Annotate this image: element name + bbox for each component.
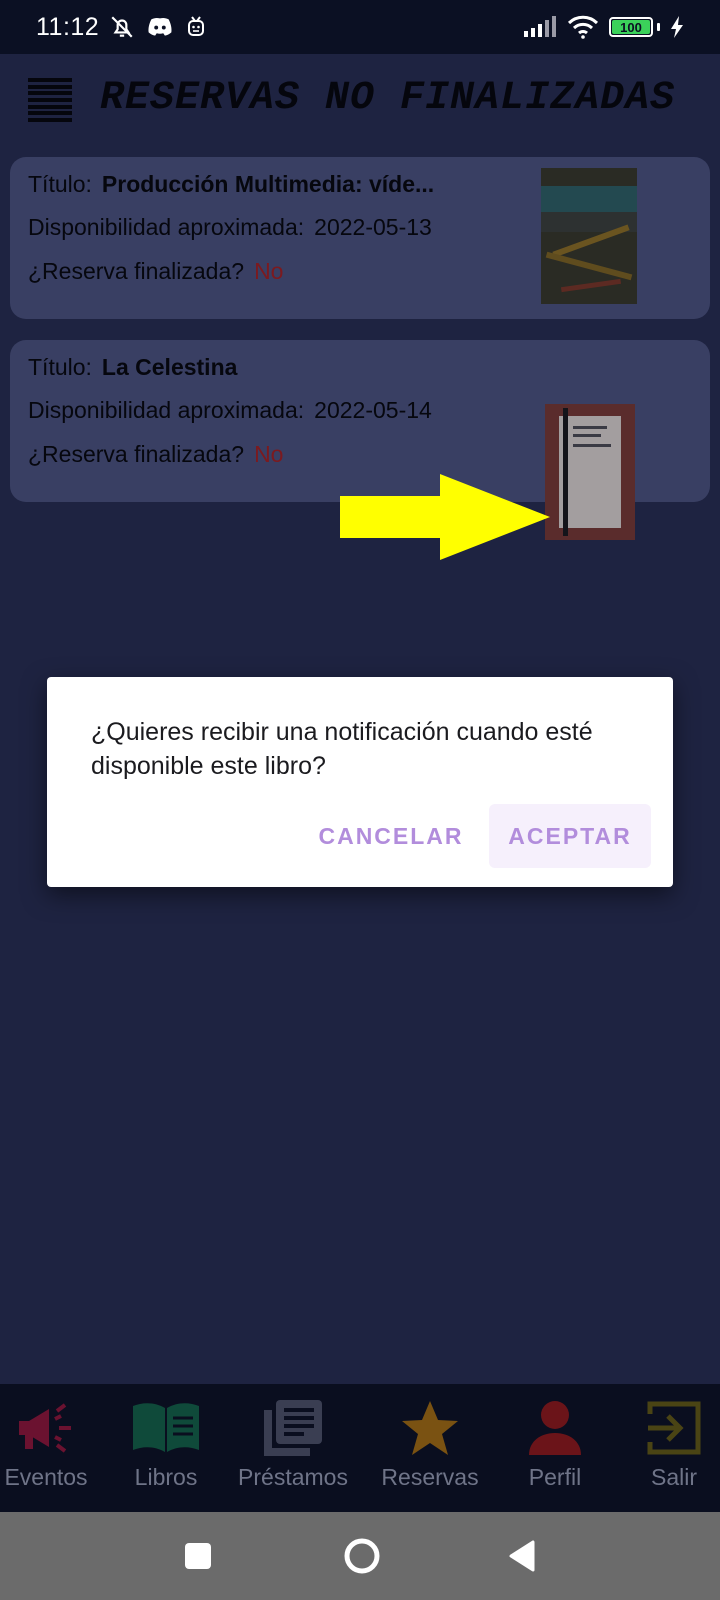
megaphone-icon [11,1396,81,1460]
accept-button[interactable]: ACEPTAR [489,804,651,868]
cancel-button[interactable]: CANCELAR [311,804,471,868]
robot-icon [188,16,205,36]
availability-row: Disponibilidad aproximada: 2022-05-13 [28,214,432,241]
bottom-navigation: Eventos Libros Préstamos Reservas Perfil… [0,1384,720,1512]
back-button[interactable] [494,1512,550,1600]
book-cover-image [545,404,635,540]
availability-label: Disponibilidad aproximada: [28,397,305,423]
library-icon [258,1396,328,1460]
title-label: Título: [28,171,92,197]
availability-date: 2022-05-14 [314,397,432,423]
status-icons-left [109,14,207,40]
nav-item-perfil[interactable]: Perfil [505,1384,605,1512]
nav-label: Préstamos [238,1464,348,1490]
book-title: La Celestina [101,354,238,380]
finished-value: No [254,258,284,284]
charging-icon [671,16,683,38]
status-time: 11:12 [36,12,100,41]
battery-level: 100 [612,20,650,35]
nav-item-libros[interactable]: Libros [120,1384,212,1512]
title-label: Título: [28,354,92,380]
person-icon [520,1396,590,1460]
home-button[interactable] [334,1512,390,1600]
book-icon [131,1396,201,1460]
finished-row: ¿Reserva finalizada? No [28,258,283,285]
book-title: Producción Multimedia: víde... [101,171,435,197]
battery-indicator: 100 [609,17,660,37]
availability-date: 2022-05-13 [314,214,432,240]
status-bar: 11:12 100 [0,0,720,54]
nav-label: Reservas [381,1464,479,1490]
reservation-title-row: Título: La Celestina [28,354,237,381]
system-navigation-bar [0,1512,720,1600]
finished-label: ¿Reserva finalizada? [28,441,245,467]
bell-off-icon [111,16,133,38]
nav-label: Eventos [4,1464,88,1490]
star-icon [395,1396,465,1460]
nav-label: Salir [650,1464,697,1490]
circle-icon [344,1538,380,1574]
nav-label: Perfil [528,1464,582,1490]
availability-label: Disponibilidad aproximada: [28,214,305,240]
notification-dialog: ¿Quieres recibir una notificación cuando… [47,677,673,887]
book-cover-image [541,168,637,304]
recents-button[interactable] [170,1512,226,1600]
wifi-icon [567,15,599,39]
nav-item-eventos[interactable]: Eventos [0,1384,92,1512]
nav-label: Libros [134,1464,198,1490]
back-triangle-icon [509,1540,535,1572]
nav-item-salir[interactable]: Salir [628,1384,720,1512]
square-icon [185,1543,211,1569]
app-header: RESERVAS NO FINALIZADAS [0,54,720,150]
availability-row: Disponibilidad aproximada: 2022-05-14 [28,397,432,424]
exit-icon [639,1396,709,1460]
page-title: RESERVAS NO FINALIZADAS [100,76,676,121]
reservation-title-row: Título: Producción Multimedia: víde... [28,171,434,198]
nav-item-reservas[interactable]: Reservas [370,1384,490,1512]
nav-item-prestamos[interactable]: Préstamos [225,1384,361,1512]
status-icons-right: 100 [523,15,684,39]
finished-label: ¿Reserva finalizada? [28,258,245,284]
finished-value: No [254,441,284,467]
hamburger-menu-icon[interactable] [28,78,72,122]
discord-icon [148,18,172,36]
finished-row: ¿Reserva finalizada? No [28,441,283,468]
dialog-message: ¿Quieres recibir una notificación cuando… [91,718,593,780]
arrow-right-icon [340,474,550,560]
signal-icon [524,16,556,37]
